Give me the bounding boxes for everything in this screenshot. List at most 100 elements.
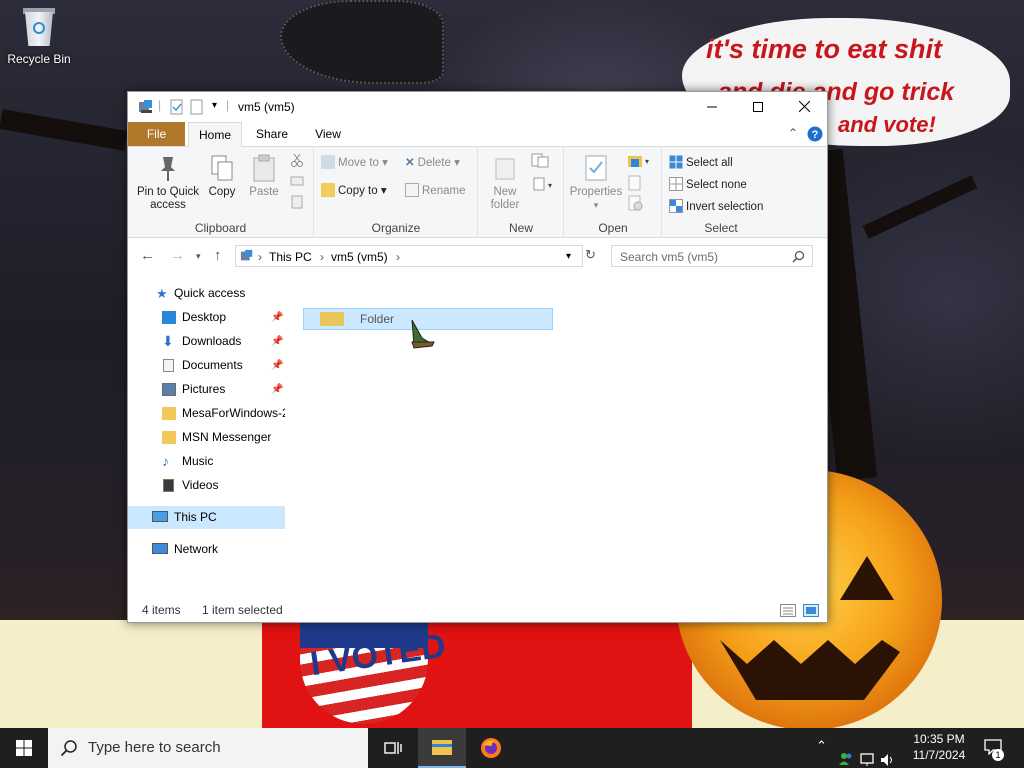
new-item-icon[interactable] (531, 153, 553, 169)
up-arrow-icon[interactable]: ↑ (214, 247, 222, 264)
minimize-ribbon-chevron-icon[interactable]: ⌃ (788, 126, 798, 140)
folder-icon (162, 407, 176, 420)
taskbar-firefox[interactable] (468, 728, 516, 768)
breadcrumb-vm5[interactable]: vm5 (vm5) (331, 250, 388, 264)
windows-logo-icon (16, 740, 32, 756)
select-none-button[interactable]: Select none (669, 177, 747, 191)
delete-button[interactable]: ✕ Delete ▾ (405, 155, 460, 169)
start-button[interactable] (0, 728, 48, 768)
move-to-button[interactable]: Move to ▾ (321, 155, 388, 169)
paste-shortcut-icon[interactable] (290, 195, 304, 209)
pin-label-line2: access (150, 199, 186, 211)
properties-quick-icon[interactable] (170, 99, 184, 115)
ribbon-tabs: File Home Share View ⌃ ? (128, 122, 827, 148)
status-bar: 4 items 1 item selected (128, 600, 825, 622)
new-folder-button[interactable]: New folder (481, 153, 529, 212)
maximize-button[interactable] (735, 92, 781, 122)
svg-text:▾: ▾ (548, 181, 552, 190)
properties-button[interactable]: Properties ▾ (567, 153, 625, 212)
select-all-label: Select all (686, 157, 733, 169)
nav-mesaforwindows[interactable]: MesaForWindows-2 (128, 402, 285, 425)
copy-to-button[interactable]: Copy to ▾ (321, 183, 387, 197)
paste-button[interactable]: Paste (244, 153, 284, 199)
show-hidden-icons-chevron-icon[interactable]: ⌃ (816, 738, 827, 778)
document-icon (163, 359, 174, 372)
people-icon[interactable] (838, 739, 854, 779)
nav-documents[interactable]: Documents 📌 (128, 354, 285, 377)
clock-time: 10:35 PM (913, 732, 965, 746)
minimize-button[interactable] (689, 92, 735, 122)
nav-network[interactable]: Network (128, 538, 285, 561)
svg-text:▾: ▾ (645, 157, 649, 166)
minimize-icon (707, 106, 717, 108)
invert-selection-button[interactable]: Invert selection (669, 199, 763, 213)
nav-msn-messenger[interactable]: MSN Messenger (128, 426, 285, 449)
folder-icon (162, 431, 176, 444)
network-status-icon[interactable] (860, 740, 876, 780)
address-history-chevron-icon[interactable]: ▾ (566, 251, 571, 262)
nav-pictures[interactable]: Pictures 📌 (128, 378, 285, 401)
nav-this-pc[interactable]: This PC (128, 506, 285, 529)
help-icon[interactable]: ? (807, 126, 823, 142)
pin-to-quick-access-button[interactable]: Pin to Quick access (132, 153, 204, 212)
computer-icon (152, 511, 168, 522)
taskbar-search-input[interactable]: Type here to search (48, 728, 368, 768)
forward-arrow-icon[interactable]: → (170, 247, 185, 264)
action-center-button[interactable]: 1 (978, 728, 1024, 768)
nav-this-pc-label: This PC (174, 510, 217, 524)
nav-videos[interactable]: Videos (128, 474, 285, 497)
window-title: vm5 (vm5) (238, 100, 295, 114)
music-note-icon: ♪ (162, 453, 169, 469)
nav-documents-label: Documents (182, 358, 243, 372)
selection-count: 1 item selected (202, 603, 283, 617)
address-bar[interactable]: › This PC › vm5 (vm5) › ▾ (235, 245, 583, 267)
copy-path-icon[interactable] (290, 174, 304, 188)
title-bar[interactable]: | ▾ | vm5 (vm5) (128, 92, 827, 122)
ribbon-group-select: Select all Select none Invert selection … (663, 147, 779, 237)
details-view-icon[interactable] (780, 604, 796, 617)
nav-desktop[interactable]: Desktop 📌 (128, 306, 285, 329)
ribbon: Pin to Quick access Copy Paste Clipboard (128, 147, 827, 238)
volume-icon[interactable] (880, 740, 896, 780)
history-icon[interactable] (627, 195, 643, 211)
edit-icon[interactable] (627, 175, 643, 191)
invert-selection-label: Invert selection (686, 201, 764, 213)
system-clock[interactable]: 10:35 PM 11/7/2024 (900, 731, 978, 763)
select-all-button[interactable]: Select all (669, 155, 733, 169)
close-button[interactable] (781, 92, 827, 122)
task-view-button[interactable] (368, 728, 416, 768)
refresh-icon[interactable]: ↻ (585, 247, 596, 263)
search-input[interactable]: Search vm5 (vm5) (611, 245, 813, 267)
easy-access-icon[interactable]: ▾ (531, 177, 553, 193)
pin-label-line1: Pin to Quick (137, 186, 199, 198)
desktop-icon (162, 311, 176, 324)
new-folder-quick-icon[interactable] (190, 99, 204, 115)
invert-selection-icon (669, 199, 683, 213)
tab-home[interactable]: Home (188, 122, 242, 148)
back-arrow-icon[interactable]: ← (140, 247, 155, 264)
tab-file[interactable]: File (128, 122, 185, 146)
nav-quick-access-label: Quick access (174, 286, 246, 300)
copy-label: Copy (208, 186, 236, 198)
copy-button[interactable]: Copy (204, 153, 240, 199)
large-icons-view-icon[interactable] (803, 604, 819, 617)
breadcrumb-separator-icon: › (396, 250, 400, 264)
open-folder-icon[interactable]: ▾ (627, 153, 653, 169)
recent-locations-chevron-icon[interactable]: ▾ (196, 251, 201, 262)
mouse-cursor-icon (411, 319, 435, 349)
nav-quick-access[interactable]: ★ Quick access (128, 282, 285, 305)
rename-button[interactable]: Rename (405, 183, 465, 197)
nav-downloads[interactable]: ⬇ Downloads 📌 (128, 330, 285, 353)
customize-toolbar-chevron-icon[interactable]: ▾ (212, 100, 217, 111)
tab-view[interactable]: View (304, 122, 352, 146)
cut-icon[interactable] (290, 153, 304, 167)
taskbar-file-explorer[interactable] (418, 728, 466, 768)
drive-icon (240, 249, 253, 261)
navigation-bar: ← → ▾ ↑ › This PC › vm5 (vm5) › ▾ ↻ Sear… (128, 238, 827, 276)
file-explorer-window[interactable]: | ▾ | vm5 (vm5) File Home Share View ⌃ ? (127, 91, 828, 623)
ribbon-group-open: Properties ▾ ▾ Open (565, 147, 662, 237)
tab-share[interactable]: Share (248, 122, 296, 146)
nav-music[interactable]: ♪ Music (128, 450, 285, 473)
desktop-icon-recycle-bin[interactable]: Recycle Bin (4, 6, 74, 66)
breadcrumb-this-pc[interactable]: This PC (269, 250, 312, 264)
